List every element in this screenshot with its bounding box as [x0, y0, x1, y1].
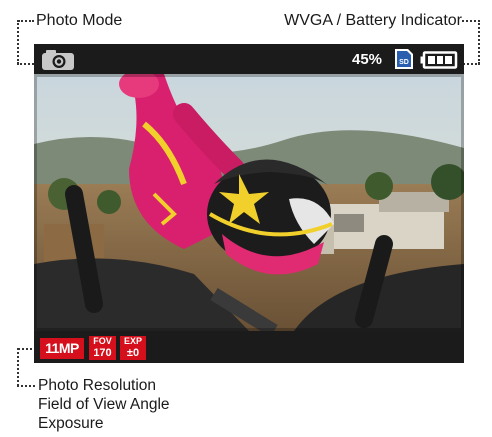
sd-card-icon: SD — [395, 49, 413, 69]
status-bar: 45% SD — [34, 44, 464, 74]
bottom-leader-v — [17, 348, 19, 386]
photo-resolution-callout: Photo Resolution — [38, 377, 157, 394]
motocross-rider-photo — [34, 74, 464, 331]
photo-mode-callout: Photo Mode — [36, 12, 123, 29]
bottom-leader-h2 — [17, 385, 35, 387]
fov-angle-callout: Field of View Angle — [38, 396, 170, 413]
battery-fill — [428, 56, 452, 64]
resolution-badge: 11MP — [40, 338, 84, 359]
camera-icon — [42, 50, 74, 70]
fov-badge: FOV 170 — [89, 336, 116, 360]
exp-label: EXP — [123, 336, 142, 346]
sd-label: SD — [399, 59, 409, 66]
bottom-callouts: Photo Resolution Field of View Angle Exp… — [38, 376, 170, 433]
battery-icon — [420, 51, 458, 69]
photo-mode-leader-h — [18, 20, 34, 22]
exposure-badge: EXP ±0 — [120, 336, 146, 360]
wvga-leader-v — [478, 20, 480, 64]
fov-label: FOV — [93, 336, 112, 346]
exposure-callout: Exposure — [38, 415, 104, 432]
exp-value: ±0 — [126, 347, 140, 359]
fov-value: 170 — [93, 347, 112, 359]
wvga-battery-callout: WVGA / Battery Indicator — [284, 12, 462, 29]
camera-screen: 45% SD 11MP FOV 170 EXP ±0 — [34, 44, 464, 363]
battery-percent: 45% — [352, 51, 383, 68]
photo-mode-leader-v — [17, 20, 19, 64]
